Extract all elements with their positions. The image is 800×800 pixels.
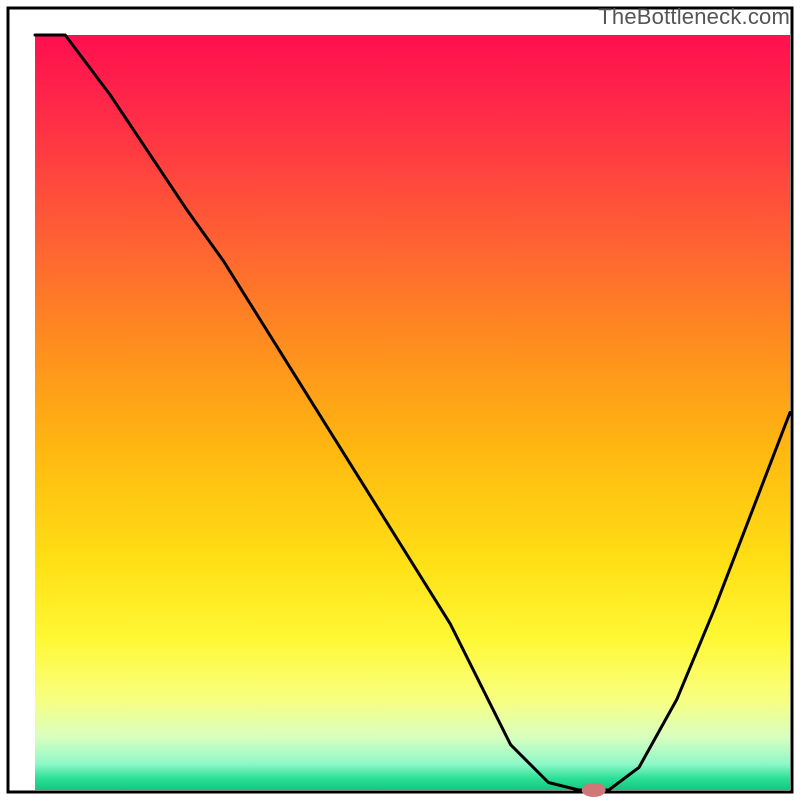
bottleneck-chart: TheBottleneck.com: [0, 0, 800, 800]
chart-svg: [0, 0, 800, 800]
watermark-label: TheBottleneck.com: [598, 4, 790, 30]
gradient-background: [35, 35, 790, 790]
sweet-spot-marker: [582, 783, 606, 797]
